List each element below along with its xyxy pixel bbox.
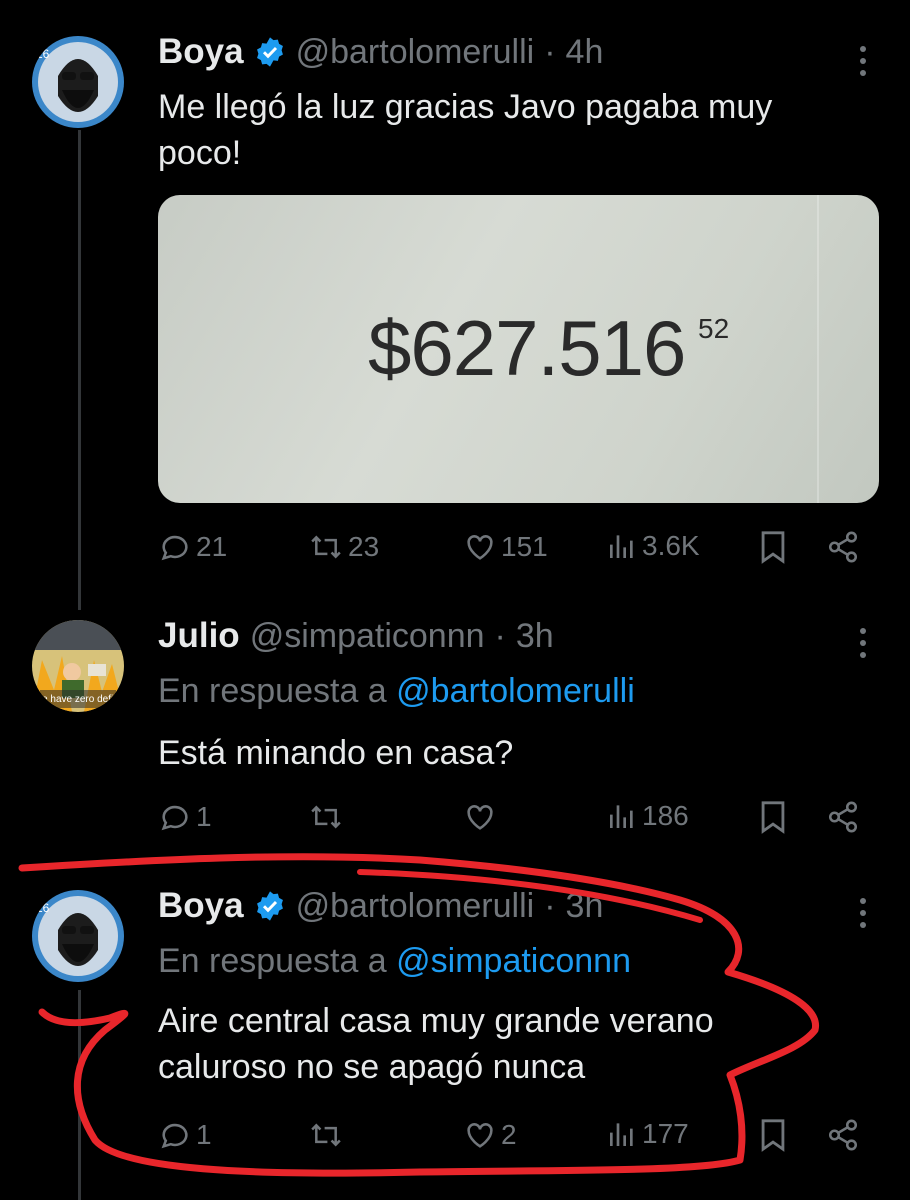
- like-button[interactable]: 2: [463, 1118, 517, 1152]
- display-name[interactable]: Boya: [158, 886, 244, 926]
- handle[interactable]: @bartolomerulli: [296, 887, 535, 926]
- tweet-actions: 21 23 151 3.6K: [158, 530, 868, 570]
- share-icon: [828, 801, 858, 833]
- like-icon: [467, 1123, 493, 1148]
- reply-prefix: En respuesta a: [158, 942, 387, 980]
- handle[interactable]: @bartolomerulli: [296, 33, 535, 72]
- retweet-icon: [311, 535, 341, 559]
- like-icon: [467, 805, 493, 830]
- more-icon[interactable]: [860, 628, 866, 664]
- reply-to-link[interactable]: @bartolomerulli: [396, 672, 635, 710]
- reply-count: 1: [196, 1119, 212, 1150]
- avatar-caption: We have zero deficit: [33, 694, 124, 705]
- reply-count: 21: [196, 531, 228, 562]
- share-button[interactable]: [826, 800, 860, 834]
- like-count: 2: [501, 1119, 517, 1150]
- reply-context: En respuesta a @simpaticonnn: [158, 942, 631, 981]
- more-icon[interactable]: [860, 46, 866, 82]
- svg-text:16: 16: [36, 901, 50, 915]
- retweet-button[interactable]: [308, 1118, 348, 1152]
- reply-icon: [161, 535, 188, 561]
- thread-line: [78, 990, 81, 1200]
- views-count: 177: [642, 1118, 689, 1149]
- thread-line: [78, 130, 81, 610]
- retweet-count: 23: [348, 531, 380, 562]
- retweet-button[interactable]: 23: [308, 530, 379, 564]
- display-name[interactable]: Boya: [158, 32, 244, 72]
- separator: ·: [544, 32, 556, 71]
- views-count: 186: [642, 800, 689, 831]
- timestamp[interactable]: 3h: [516, 617, 554, 656]
- reply-prefix: En respuesta a: [158, 672, 387, 710]
- bookmark-button[interactable]: [758, 1118, 788, 1152]
- reply-count: 1: [196, 801, 212, 832]
- verified-badge-icon: [256, 37, 283, 67]
- verified-badge-icon: [256, 891, 283, 921]
- retweet-icon: [311, 805, 341, 829]
- like-button[interactable]: 151: [463, 530, 548, 564]
- timestamp[interactable]: 4h: [566, 33, 604, 72]
- views-icon: [610, 1123, 633, 1146]
- reply-to-link[interactable]: @simpaticonnn: [396, 942, 631, 980]
- views-icon: [610, 535, 633, 558]
- handle[interactable]: @simpaticonnn: [250, 617, 485, 656]
- reply-icon: [161, 805, 188, 831]
- views-button[interactable]: 3.6K: [606, 530, 700, 562]
- separator: ·: [494, 616, 506, 655]
- reply-button[interactable]: 21: [158, 530, 227, 564]
- avatar-boya[interactable]: 16: [32, 890, 124, 982]
- views-count: 3.6K: [642, 530, 700, 561]
- share-button[interactable]: [826, 530, 860, 564]
- bill-amount: $627.516: [368, 304, 686, 392]
- bookmark-icon: [761, 801, 785, 834]
- timestamp[interactable]: 3h: [566, 887, 604, 926]
- avatar-boya[interactable]: 16: [32, 36, 124, 128]
- display-name[interactable]: Julio: [158, 616, 240, 656]
- reply-button[interactable]: 1: [158, 1118, 212, 1152]
- tweet-text: Me llegó la luz gracias Javo pagaba muy …: [158, 88, 773, 172]
- tweet-text: Está minando en casa?: [158, 734, 514, 772]
- tweet-text: Aire central casa muy grande verano calu…: [158, 1002, 714, 1086]
- avatar-illustration: 16: [32, 890, 124, 982]
- tweet-actions: 1 2 177: [158, 1118, 868, 1158]
- retweet-icon: [311, 1123, 341, 1147]
- like-icon: [467, 535, 493, 560]
- share-icon: [828, 531, 858, 563]
- svg-text:16: 16: [36, 47, 50, 61]
- bookmark-icon: [761, 531, 785, 564]
- more-icon[interactable]: [860, 898, 866, 934]
- like-button[interactable]: [463, 800, 501, 834]
- tweet-actions: 1 186: [158, 800, 868, 840]
- reply-button[interactable]: 1: [158, 800, 212, 834]
- bookmark-button[interactable]: [758, 530, 788, 564]
- retweet-button[interactable]: [308, 800, 348, 834]
- like-count: 151: [501, 531, 548, 562]
- share-button[interactable]: [826, 1118, 860, 1152]
- reply-context: En respuesta a @bartolomerulli: [158, 672, 635, 711]
- tweet-image[interactable]: $627.516 52: [158, 195, 879, 503]
- avatar-illustration: We have zero deficit: [32, 620, 124, 712]
- avatar-julio[interactable]: We have zero deficit: [32, 620, 124, 712]
- bill-cents: 52: [698, 313, 730, 344]
- avatar-illustration: 16: [32, 36, 124, 128]
- views-button[interactable]: 186: [606, 800, 689, 832]
- views-icon: [610, 805, 633, 828]
- bookmark-icon: [761, 1119, 785, 1152]
- reply-icon: [161, 1123, 188, 1149]
- separator: ·: [544, 886, 556, 925]
- views-button[interactable]: 177: [606, 1118, 689, 1150]
- bookmark-button[interactable]: [758, 800, 788, 834]
- share-icon: [828, 1119, 858, 1151]
